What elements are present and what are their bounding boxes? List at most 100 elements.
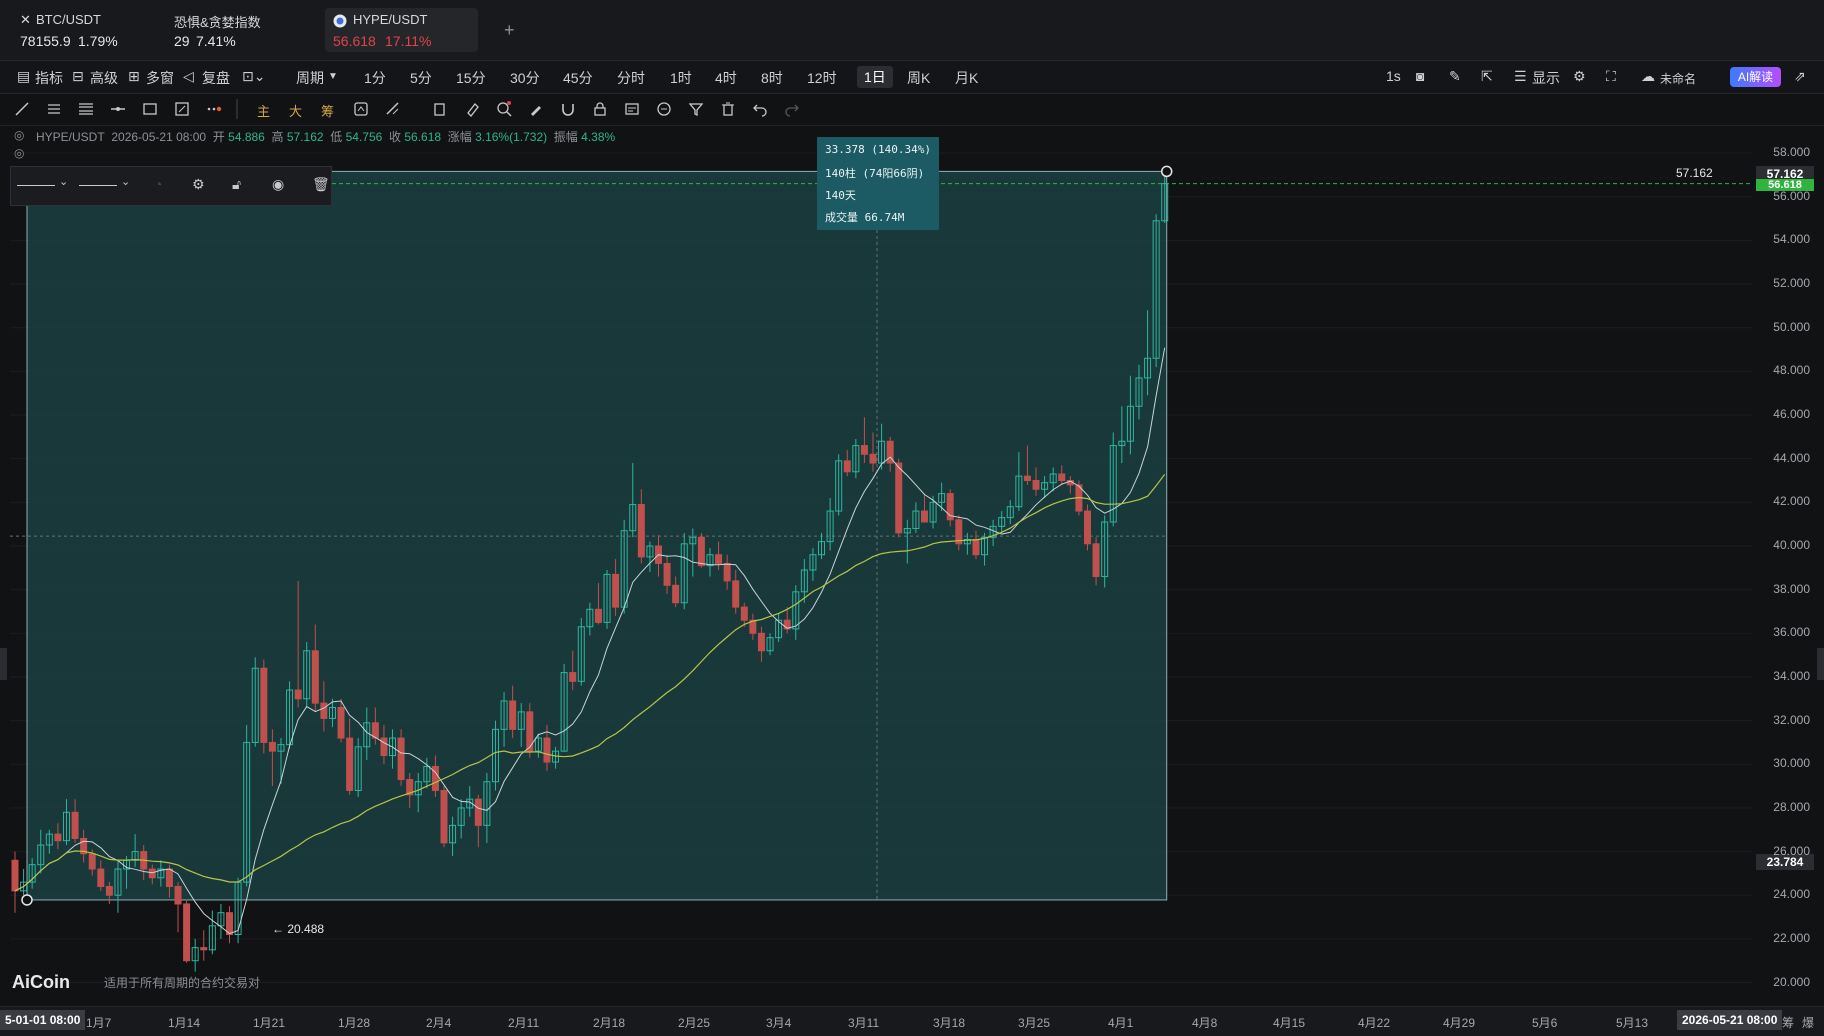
trash-icon[interactable]: 🗑︎ [312,176,330,193]
layout-name-dropdown[interactable]: 未命名 [1660,70,1696,87]
tab-fear-greed[interactable]: 恐惧&贪婪指数 29 7.41% [170,8,310,52]
compare-icon[interactable] [353,101,369,117]
horizontal-line-icon[interactable] [110,101,126,117]
high-label: 高 [271,130,284,144]
display-button[interactable]: 显示 [1532,68,1560,88]
main-toolbar: ▤ 指标 ⊟ 高级 ⊞ 多窗 ◁ 复盘 ⊡⌄ 周期 ▼ 1分 5分 15分 30… [0,61,1824,94]
eye-icon[interactable]: ◉ [272,176,284,193]
advanced-icon[interactable]: ⊟ [72,68,84,85]
line-style-select[interactable] [17,185,55,186]
tab-btc-usdt[interactable]: ✕ BTC/USDT 78155.9 1.79% [16,8,156,52]
more-tools-icon[interactable] [206,101,222,117]
interval-monthly[interactable]: 月K [955,68,978,88]
x-tick: 2月25 [678,1016,711,1030]
tab-change: 1.79% [78,33,118,49]
interval-8h[interactable]: 8时 [761,68,783,88]
multi-window-button[interactable]: 多窗 [146,68,174,88]
interval-30m[interactable]: 30分 [510,68,540,88]
trash-icon[interactable] [720,101,736,117]
left-panel-handle[interactable] [0,648,7,680]
add-tab-button[interactable]: + [504,20,515,41]
advanced-button[interactable]: 高级 [90,68,118,88]
pen-icon[interactable]: ✎ [1449,68,1461,85]
color-icon[interactable]: ◔ [154,176,162,192]
x-tick: 3月11 [848,1016,880,1030]
tab-hype-usdt[interactable]: HYPE/USDT 56.618 17.11% [325,8,478,52]
template-icon[interactable] [624,101,640,117]
low-value: 54.756 [345,130,383,144]
eraser-icon[interactable] [464,101,480,117]
trend-line-icon[interactable] [14,101,30,117]
seconds-button[interactable]: 1s [1386,68,1401,84]
settings-icon[interactable]: ⚙ [192,176,205,193]
indicators-icon[interactable]: ▤ [17,68,30,85]
ai-interpret-button[interactable]: AI解读 [1730,67,1781,87]
brush-icon[interactable] [528,101,544,117]
candlestick-chart[interactable] [0,126,1824,1006]
filter-icon[interactable] [688,101,704,117]
interval-15m[interactable]: 15分 [456,68,486,88]
interval-1m[interactable]: 1分 [364,68,386,88]
parallel-lines-icon[interactable] [46,101,62,117]
interval-45m[interactable]: 45分 [563,68,593,88]
candle-body [612,573,620,608]
share-icon[interactable]: ⇗ [1794,68,1806,85]
y-tick: 48.000 [1773,363,1810,378]
candle-body [268,741,276,752]
right-panel-handle[interactable] [1817,648,1824,680]
open-value: 54.886 [228,130,265,144]
replay-icon[interactable]: ◁ [183,68,194,85]
fib-lines-icon[interactable] [78,101,94,117]
candle-body [174,885,182,905]
multi-window-icon[interactable]: ⊞ [128,68,140,85]
zoom-icon[interactable] [496,101,512,117]
redo-icon[interactable] [784,101,800,117]
camera-icon[interactable]: ◙ [1416,68,1424,84]
magnet-icon[interactable] [560,101,576,117]
candle-body [97,868,105,887]
copy-icon[interactable] [432,101,448,117]
settings-icon[interactable]: ⚙ [1573,68,1586,85]
line-width-select[interactable] [79,185,117,186]
interval-12h[interactable]: 12时 [807,68,837,88]
layout-icon[interactable]: ⊡⌄ [242,68,265,85]
replay-button[interactable]: 复盘 [202,68,230,88]
big-order-toggle[interactable]: 大 [289,101,305,119]
lock-icon[interactable] [592,101,608,117]
interval-1d[interactable]: 1日 [857,66,893,88]
x-tick: 1月21 [253,1016,286,1030]
x-tick: 1月28 [338,1016,371,1030]
candle-body [105,885,113,896]
display-icon[interactable]: ☰ [1514,68,1527,85]
expand-icon[interactable]: ◎ [14,146,24,160]
interval-weekly[interactable]: 周K [907,68,930,88]
collapse-icon[interactable]: ◎ [14,128,24,142]
interval-timeshare[interactable]: 分时 [617,68,645,88]
x-tick: 1月14 [168,1016,201,1030]
cloud-icon[interactable]: ☁ [1641,68,1655,85]
y-tick: 32.000 [1773,712,1810,727]
interval-1h[interactable]: 1时 [670,68,692,88]
undo-icon[interactable] [752,101,768,117]
ohlc-info: HYPE/USDT 2026-05-21 08:00 开 54.886 高 57… [36,128,615,145]
candle-body [380,737,388,757]
chip-corner-label[interactable]: 筹 [1782,1014,1794,1031]
ruler-icon[interactable] [385,101,401,117]
interval-4h[interactable]: 4时 [715,68,737,88]
export-icon[interactable]: ⇱ [1481,68,1493,85]
fullscreen-icon[interactable]: ⛶ [1606,68,1616,85]
measure-icon[interactable] [174,101,190,117]
chip-toggle[interactable]: 筹 [321,101,337,119]
rectangle-icon[interactable] [142,101,158,117]
alert-icon[interactable] [656,101,672,117]
close-icon[interactable]: ✕ [20,12,31,28]
main-chart-toggle[interactable]: 主 [257,101,273,119]
period-dropdown[interactable]: 周期 [296,68,324,88]
interval-5m[interactable]: 5分 [410,68,432,88]
x-tick: 5月6 [1532,1016,1558,1030]
liquidation-corner-label[interactable]: 爆 [1802,1014,1814,1031]
chevron-down-icon: ⌄ [121,176,131,188]
lock-icon[interactable]: 🔓︎ [232,176,241,193]
x-tick: 2月4 [426,1016,452,1030]
indicators-button[interactable]: 指标 [35,68,63,88]
